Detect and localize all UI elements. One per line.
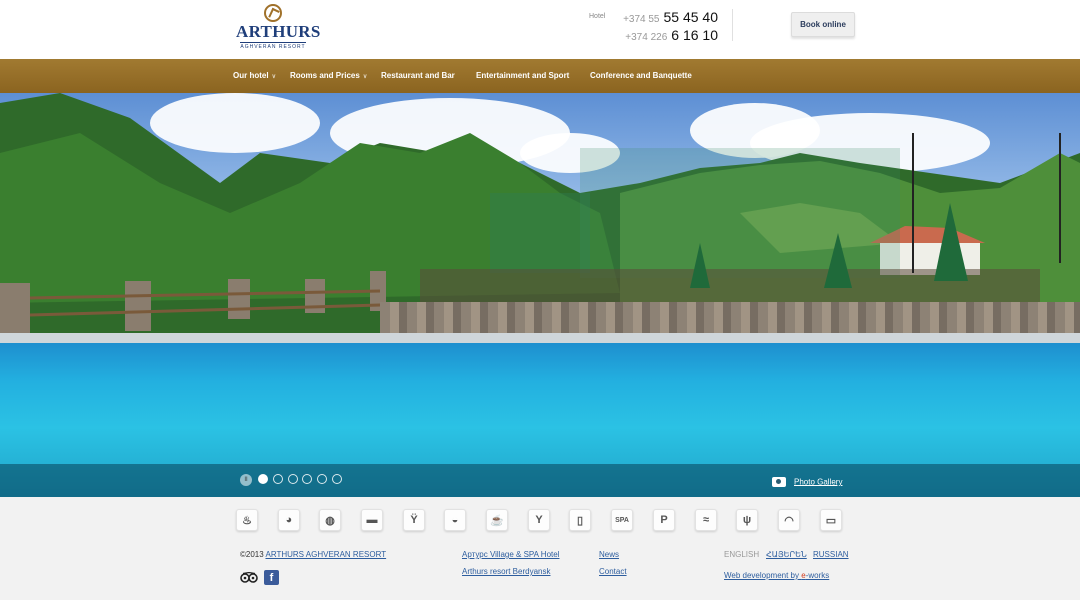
- facebook-icon[interactable]: f: [264, 570, 279, 585]
- slide-dot[interactable]: [273, 474, 283, 484]
- fridge-icon[interactable]: ▯: [569, 509, 591, 531]
- coffee-icon[interactable]: ☕: [486, 509, 508, 531]
- language-armenian[interactable]: ՀԱՅԵՐԵՆ: [766, 550, 807, 559]
- pause-icon[interactable]: II: [240, 474, 252, 486]
- spa-bath-icon[interactable]: ♨: [236, 509, 258, 531]
- slide-dot[interactable]: [332, 474, 342, 484]
- bed-icon[interactable]: ▬: [361, 509, 383, 531]
- tv-icon[interactable]: ▭: [820, 509, 842, 531]
- nav-item-label: Rooms and Prices: [290, 71, 360, 80]
- nav-item-label: Our hotel: [233, 71, 269, 80]
- phone-code: +374 55: [623, 14, 660, 25]
- chevron-down-icon: ∨: [271, 74, 276, 80]
- hotel-phones: Hotel +374 55 55 45 40 +374 226 6 16 10: [588, 8, 718, 48]
- nav-item-label: Entertainment and Sport: [476, 71, 570, 80]
- site-header: ARTHURS AGHVERAN RESORT Hotel +374 55 55 …: [0, 0, 1080, 59]
- nav-item-label: Conference and Banquette: [590, 71, 692, 80]
- slide-dot[interactable]: [258, 474, 268, 484]
- site-footer: ©2013 ARTHURS AGHVERAN RESORT f Артурс V…: [0, 540, 1080, 600]
- parking-icon[interactable]: P: [653, 509, 675, 531]
- slide-dot[interactable]: [302, 474, 312, 484]
- copyright-link[interactable]: ARTHURS AGHVERAN RESORT: [265, 550, 386, 559]
- header-divider: [732, 9, 733, 41]
- nav-item-entertainment-and-sport[interactable]: Entertainment and Sport: [476, 59, 569, 93]
- photo-gallery-label: Photo Gallery: [794, 477, 843, 487]
- tripadvisor-icon[interactable]: [240, 572, 258, 583]
- footer-link-berdyansk[interactable]: Arthurs resort Berdyansk: [462, 567, 550, 576]
- hero-slideshow: II Photo Gallery: [0, 93, 1080, 497]
- phone-line-2: +374 226 6 16 10: [625, 27, 718, 45]
- slider-controls: II Photo Gallery: [0, 464, 1080, 497]
- logo-tagline: AGHVERAN RESORT: [240, 42, 306, 50]
- nav-item-conference-and-banquette[interactable]: Conference and Banquette: [590, 59, 692, 93]
- phone-number: 55 45 40: [663, 9, 719, 25]
- logo-emblem-icon: [264, 4, 282, 22]
- logo-name: ARTHURS: [236, 22, 321, 41]
- tennis-ball-icon[interactable]: ◕: [278, 509, 300, 531]
- footer-link-contact[interactable]: Contact: [599, 567, 627, 576]
- hero-stone-wall: [380, 302, 1080, 334]
- phone-number: 6 16 10: [671, 27, 718, 43]
- restaurant-icon[interactable]: ψ: [736, 509, 758, 531]
- food-cloche-icon[interactable]: ◒: [444, 509, 466, 531]
- nav-item-label: Restaurant and Bar: [381, 71, 455, 80]
- book-online-button[interactable]: Book online: [791, 12, 855, 37]
- phone-label: Hotel: [589, 13, 606, 20]
- site-logo[interactable]: ARTHURS AGHVERAN RESORT: [236, 4, 321, 54]
- photo-gallery-link[interactable]: Photo Gallery: [772, 473, 842, 487]
- copyright: ©2013 ARTHURS AGHVERAN RESORT: [240, 550, 386, 559]
- footer-link-village-spa[interactable]: Артурс Village & SPA Hotel: [462, 550, 559, 559]
- language-russian[interactable]: RUSSIAN: [813, 550, 849, 559]
- amenities-bar: ♨ ◕ ◍ ▬ Ÿ ◒ ☕ Y ▯ SPA P ≈ ψ ◠ ▭: [236, 509, 856, 533]
- dev-brand-rest: -works: [805, 571, 830, 580]
- swimming-icon[interactable]: ≈: [695, 509, 717, 531]
- basketball-icon[interactable]: ◍: [319, 509, 341, 531]
- camera-icon: [772, 476, 786, 487]
- phone-line-1: +374 55 55 45 40: [623, 9, 718, 27]
- web-development-credit[interactable]: Web development by e-works: [724, 571, 829, 580]
- footer-link-news[interactable]: News: [599, 550, 619, 559]
- wifi-icon[interactable]: ◠: [778, 509, 800, 531]
- nav-item-rooms-and-prices[interactable]: Rooms and Prices ∨: [290, 59, 367, 93]
- main-nav: Our hotel ∨ Rooms and Prices ∨ Restaurant …: [0, 59, 1080, 93]
- nav-item-our-hotel[interactable]: Our hotel ∨: [233, 59, 276, 93]
- chevron-down-icon: ∨: [362, 74, 368, 80]
- slide-dot[interactable]: [288, 474, 298, 484]
- cocktail-icon[interactable]: Y: [528, 509, 550, 531]
- wine-bar-icon[interactable]: Ÿ: [403, 509, 425, 531]
- phone-code: +374 226: [625, 32, 668, 43]
- language-english[interactable]: ENGLISH: [724, 550, 759, 559]
- dev-prefix: Web development by: [724, 571, 802, 580]
- spa-label-icon[interactable]: SPA: [611, 509, 633, 531]
- nav-item-restaurant-and-bar[interactable]: Restaurant and Bar: [381, 59, 455, 93]
- slide-dot[interactable]: [317, 474, 327, 484]
- copyright-prefix: ©2013: [240, 550, 266, 559]
